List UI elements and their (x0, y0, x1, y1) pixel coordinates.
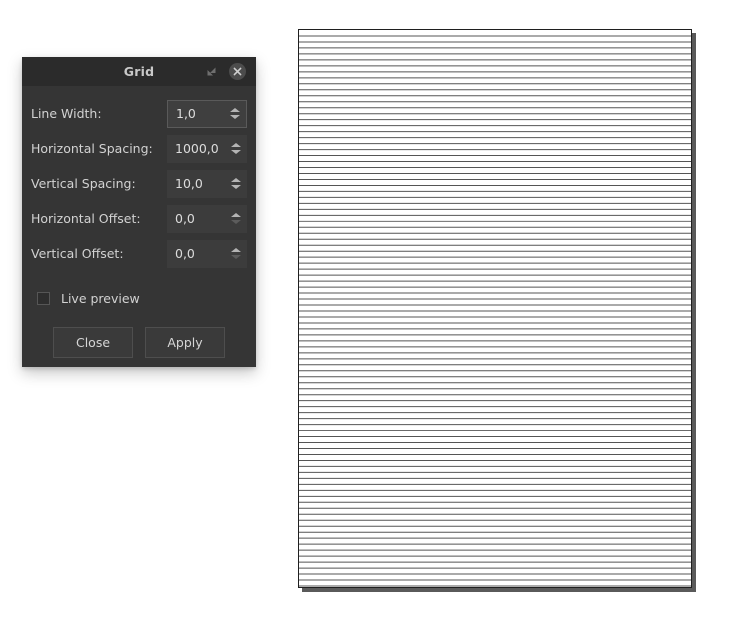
canvas-area (298, 29, 696, 592)
horizontal-offset-decrement-icon[interactable] (230, 220, 241, 224)
vertical-offset-spinner[interactable]: 0,0 (167, 239, 247, 268)
field-row-line-width: Line Width: 1,0 (31, 96, 247, 131)
horizontal-offset-spinner[interactable]: 0,0 (167, 204, 247, 233)
dialog-title: Grid (123, 63, 155, 79)
vertical-spacing-arrows[interactable] (229, 170, 242, 198)
vertical-offset-value: 0,0 (175, 246, 195, 261)
shade-icon[interactable] (202, 62, 220, 80)
horizontal-spacing-arrows[interactable] (229, 135, 242, 163)
horizontal-offset-increment-icon[interactable] (230, 213, 241, 217)
label-horizontal-offset: Horizontal Offset: (31, 211, 141, 226)
dialog-button-row: Close Apply (31, 327, 247, 358)
close-button-circle (228, 62, 246, 80)
vertical-spacing-spinner[interactable]: 10,0 (167, 169, 247, 198)
label-vertical-offset: Vertical Offset: (31, 246, 124, 261)
close-icon[interactable] (228, 62, 246, 80)
horizontal-spacing-increment-icon[interactable] (230, 143, 241, 147)
horizontal-spacing-spinner[interactable]: 1000,0 (167, 134, 247, 163)
horizontal-offset-arrows[interactable] (229, 205, 242, 233)
dialog-body: Line Width: 1,0 Horizontal Spacing: 1000… (22, 86, 256, 358)
vertical-spacing-decrement-icon[interactable] (230, 185, 241, 189)
close-button[interactable]: Close (53, 327, 133, 358)
live-preview-label: Live preview (61, 291, 140, 306)
line-width-increment-icon[interactable] (229, 108, 240, 112)
vertical-spacing-increment-icon[interactable] (230, 178, 241, 182)
vertical-offset-arrows[interactable] (229, 240, 242, 268)
field-row-horizontal-offset: Horizontal Offset: 0,0 (31, 201, 247, 236)
line-width-decrement-icon[interactable] (229, 115, 240, 119)
label-horizontal-spacing: Horizontal Spacing: (31, 141, 153, 156)
shade-glyph (207, 67, 215, 75)
horizontal-spacing-value: 1000,0 (175, 141, 219, 156)
field-row-vertical-spacing: Vertical Spacing: 10,0 (31, 166, 247, 201)
live-preview-checkbox-row[interactable]: Live preview (37, 291, 247, 306)
vertical-offset-decrement-icon[interactable] (230, 255, 241, 259)
field-row-vertical-offset: Vertical Offset: 0,0 (31, 236, 247, 271)
vertical-spacing-value: 10,0 (175, 176, 203, 191)
line-width-value: 1,0 (176, 106, 196, 121)
grid-dialog: Grid Line Width: 1,0 Horizontal Spacing:… (22, 57, 256, 367)
grid-lines (299, 35, 691, 587)
live-preview-checkbox[interactable] (37, 292, 50, 305)
close-glyph (233, 67, 241, 75)
label-line-width: Line Width: (31, 106, 102, 121)
horizontal-spacing-decrement-icon[interactable] (230, 150, 241, 154)
label-vertical-spacing: Vertical Spacing: (31, 176, 136, 191)
grid-preview-canvas[interactable] (298, 29, 692, 588)
dialog-titlebar[interactable]: Grid (22, 57, 256, 86)
line-width-arrows[interactable] (228, 101, 241, 127)
vertical-offset-increment-icon[interactable] (230, 248, 241, 252)
line-width-spinner[interactable]: 1,0 (167, 99, 247, 128)
horizontal-offset-value: 0,0 (175, 211, 195, 226)
field-row-horizontal-spacing: Horizontal Spacing: 1000,0 (31, 131, 247, 166)
apply-button[interactable]: Apply (145, 327, 225, 358)
